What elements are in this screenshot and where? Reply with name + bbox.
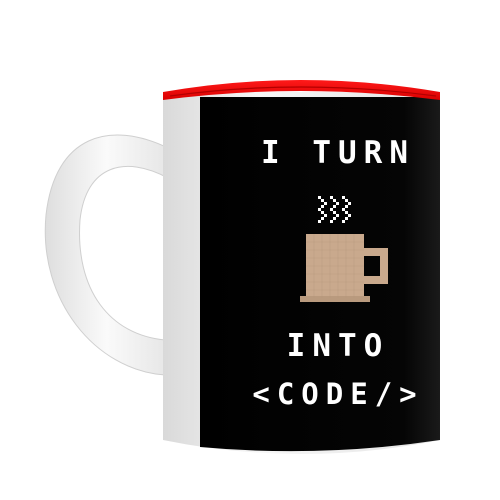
print-text-line2: INTO xyxy=(287,328,390,364)
mug-illustration: I TURN INTO <CODE/> xyxy=(44,80,440,454)
print-text-line1: I TURN xyxy=(261,135,415,171)
print-text-line3: <CODE/> xyxy=(252,377,423,411)
product-photo: I TURN INTO <CODE/> xyxy=(0,0,500,500)
mug-handle xyxy=(44,134,169,376)
